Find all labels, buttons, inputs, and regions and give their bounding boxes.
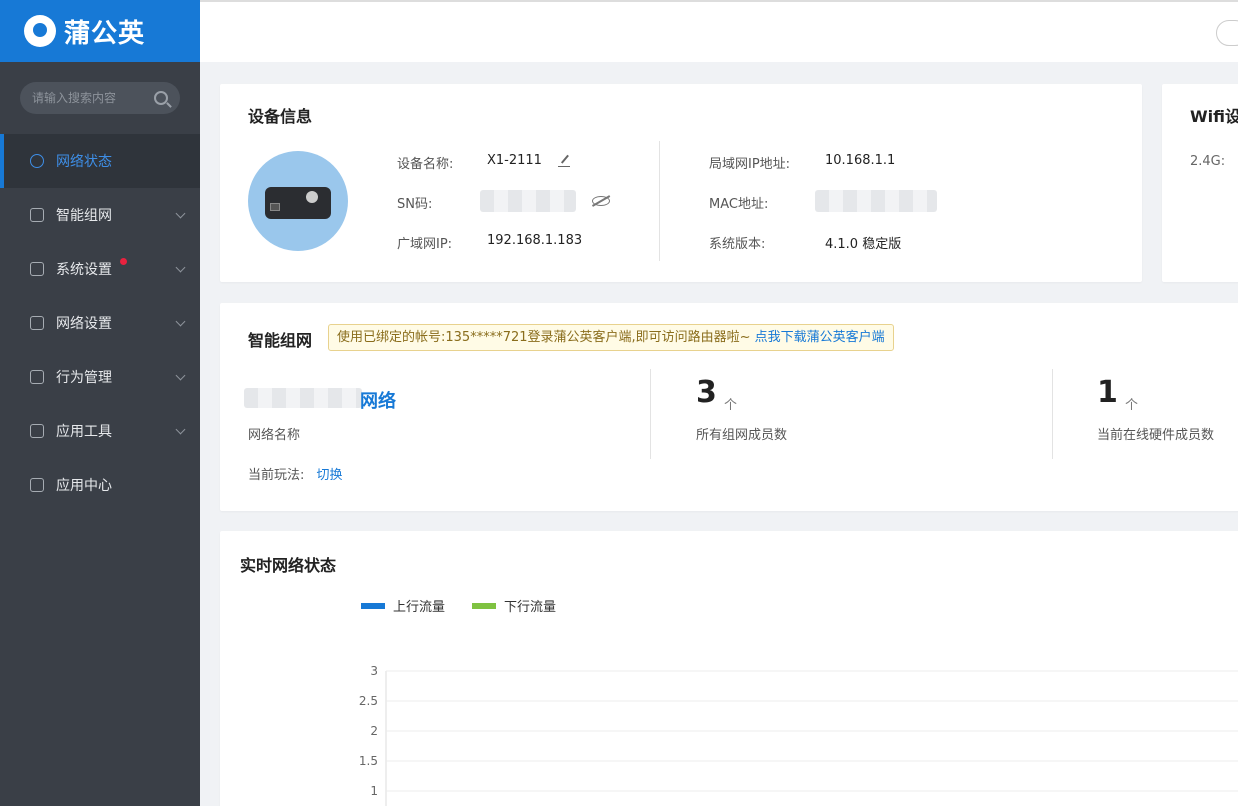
members-unit: 个 bbox=[724, 398, 738, 413]
smart-mesh-title: 智能组网 bbox=[248, 331, 313, 350]
chevron-down-icon bbox=[175, 262, 186, 273]
chevron-down-icon bbox=[175, 316, 186, 327]
sidebar-search bbox=[20, 82, 180, 114]
sn-row: SN码: bbox=[397, 190, 610, 212]
version-label: 系统版本: bbox=[709, 237, 766, 252]
mesh-icon bbox=[30, 208, 44, 222]
lan-ip-value: 10.168.1.1 bbox=[825, 153, 896, 168]
sidebar-item-label: 应用工具 bbox=[56, 424, 112, 440]
traffic-chart: 3 2.5 2 1.5 1 bbox=[359, 664, 1238, 806]
legend-swatch bbox=[361, 602, 385, 609]
device-info-card: 设备信息 设备名称: X1-2111 SN码: 广域网IP: 192.168.1… bbox=[220, 84, 1142, 282]
search-icon[interactable] bbox=[154, 91, 168, 105]
network-name-suffix: 网络 bbox=[360, 391, 396, 412]
legend-upload[interactable]: 上行流量 bbox=[361, 596, 445, 615]
search-input[interactable] bbox=[32, 91, 142, 105]
divider bbox=[659, 141, 660, 261]
version-row: 系统版本: 4.1.0 稳定版 bbox=[709, 233, 901, 252]
y-tick-label: 2 bbox=[370, 724, 378, 738]
online-count: 1 bbox=[1097, 375, 1118, 410]
brand-name: 蒲公英 bbox=[64, 18, 146, 49]
sidebar-item-label: 智能组网 bbox=[56, 208, 112, 224]
legend-download[interactable]: 下行流量 bbox=[472, 596, 556, 615]
divider bbox=[1052, 369, 1053, 459]
switch-mode-link[interactable]: 切换 bbox=[317, 468, 343, 483]
notice-text: 使用已绑定的帐号:135*****721登录蒲公英客户端,即可访问路由器啦~ bbox=[337, 330, 755, 345]
divider bbox=[650, 369, 651, 459]
chevron-down-icon bbox=[175, 208, 186, 219]
mode-label: 当前玩法: bbox=[248, 468, 305, 483]
sn-label: SN码: bbox=[397, 197, 433, 212]
realtime-status-card: 实时网络状态 上行流量 下行流量 3 2.5 2 1.5 1 bbox=[220, 531, 1238, 806]
sidebar-item-system-settings[interactable]: 系统设置 bbox=[0, 242, 200, 296]
top-right-button[interactable] bbox=[1216, 20, 1238, 46]
device-name-row: 设备名称: X1-2111 bbox=[397, 153, 570, 172]
mac-row: MAC地址: bbox=[709, 190, 937, 212]
sidebar: 蒲公英 网络状态 智能组网 系统设置 网络设置 行为管理 bbox=[0, 0, 200, 806]
realtime-title: 实时网络状态 bbox=[240, 556, 337, 575]
online-unit: 个 bbox=[1125, 398, 1139, 413]
wifi-settings-card: Wifi设 2.4G: bbox=[1162, 84, 1238, 282]
device-name-label: 设备名称: bbox=[397, 157, 454, 172]
device-name-value: X1-2111 bbox=[487, 153, 542, 168]
wifi-band-label: 2.4G: bbox=[1190, 154, 1226, 169]
hide-eye-icon[interactable] bbox=[592, 196, 610, 206]
network-name-label: 网络名称 bbox=[248, 428, 301, 443]
router-image bbox=[248, 151, 348, 251]
brand-logo[interactable]: 蒲公英 bbox=[0, 0, 200, 62]
sidebar-nav: 网络状态 智能组网 系统设置 网络设置 行为管理 应用工具 应用中心 bbox=[0, 134, 200, 512]
members-label: 所有组网成员数 bbox=[696, 428, 788, 443]
notification-dot bbox=[120, 258, 127, 265]
sidebar-item-label: 网络设置 bbox=[56, 316, 112, 332]
bind-account-notice: 使用已绑定的帐号:135*****721登录蒲公英客户端,即可访问路由器啦~ 点… bbox=[328, 324, 894, 351]
sidebar-item-network-settings[interactable]: 网络设置 bbox=[0, 296, 200, 350]
sn-value-masked bbox=[480, 190, 576, 212]
wifi-title: Wifi设 bbox=[1190, 107, 1238, 126]
y-tick-label: 2.5 bbox=[359, 694, 378, 708]
toolbox-icon bbox=[30, 424, 44, 438]
cube-icon bbox=[30, 478, 44, 492]
sidebar-item-app-center[interactable]: 应用中心 bbox=[0, 458, 200, 512]
chevron-down-icon bbox=[175, 370, 186, 381]
network-status-icon bbox=[30, 154, 44, 168]
y-tick-label: 1.5 bbox=[359, 754, 378, 768]
members-count: 3 bbox=[696, 375, 717, 410]
chevron-down-icon bbox=[175, 424, 186, 435]
sidebar-item-app-tools[interactable]: 应用工具 bbox=[0, 404, 200, 458]
mac-value-masked bbox=[815, 190, 937, 212]
sidebar-item-label: 系统设置 bbox=[56, 262, 112, 278]
edit-icon[interactable] bbox=[558, 155, 570, 167]
lan-ip-label: 局域网IP地址: bbox=[709, 157, 791, 172]
sidebar-item-behavior-management[interactable]: 行为管理 bbox=[0, 350, 200, 404]
sidebar-item-smart-mesh[interactable]: 智能组网 bbox=[0, 188, 200, 242]
legend-label: 下行流量 bbox=[504, 600, 557, 615]
dandelion-logo-icon bbox=[24, 15, 56, 47]
legend-label: 上行流量 bbox=[393, 600, 446, 615]
sidebar-item-label: 网络状态 bbox=[56, 154, 112, 170]
wan-ip-label: 广域网IP: bbox=[397, 237, 453, 252]
lan-ip-row: 局域网IP地址: 10.168.1.1 bbox=[709, 153, 895, 172]
wan-ip-value: 192.168.1.183 bbox=[487, 233, 583, 248]
sidebar-item-label: 应用中心 bbox=[56, 478, 112, 494]
sidebar-item-label: 行为管理 bbox=[56, 370, 112, 386]
online-label: 当前在线硬件成员数 bbox=[1097, 428, 1215, 443]
device-info-title: 设备信息 bbox=[248, 107, 313, 126]
document-icon bbox=[30, 316, 44, 330]
mac-label: MAC地址: bbox=[709, 197, 769, 212]
top-bar bbox=[200, 0, 1238, 62]
gear-icon bbox=[30, 262, 44, 276]
download-client-link[interactable]: 点我下载蒲公英客户端 bbox=[755, 330, 885, 345]
y-tick-label: 1 bbox=[370, 784, 378, 798]
version-value: 4.1.0 稳定版 bbox=[825, 237, 902, 252]
router-box-icon bbox=[265, 187, 331, 219]
eye-settings-icon bbox=[30, 370, 44, 384]
network-name-masked bbox=[244, 388, 362, 408]
mode-row: 当前玩法: 切换 bbox=[248, 464, 343, 483]
y-tick-label: 3 bbox=[370, 664, 378, 678]
legend-swatch bbox=[472, 602, 496, 609]
wan-ip-row: 广域网IP: 192.168.1.183 bbox=[397, 233, 582, 252]
sidebar-item-network-status[interactable]: 网络状态 bbox=[0, 134, 200, 188]
smart-mesh-card: 智能组网 使用已绑定的帐号:135*****721登录蒲公英客户端,即可访问路由… bbox=[220, 303, 1238, 511]
